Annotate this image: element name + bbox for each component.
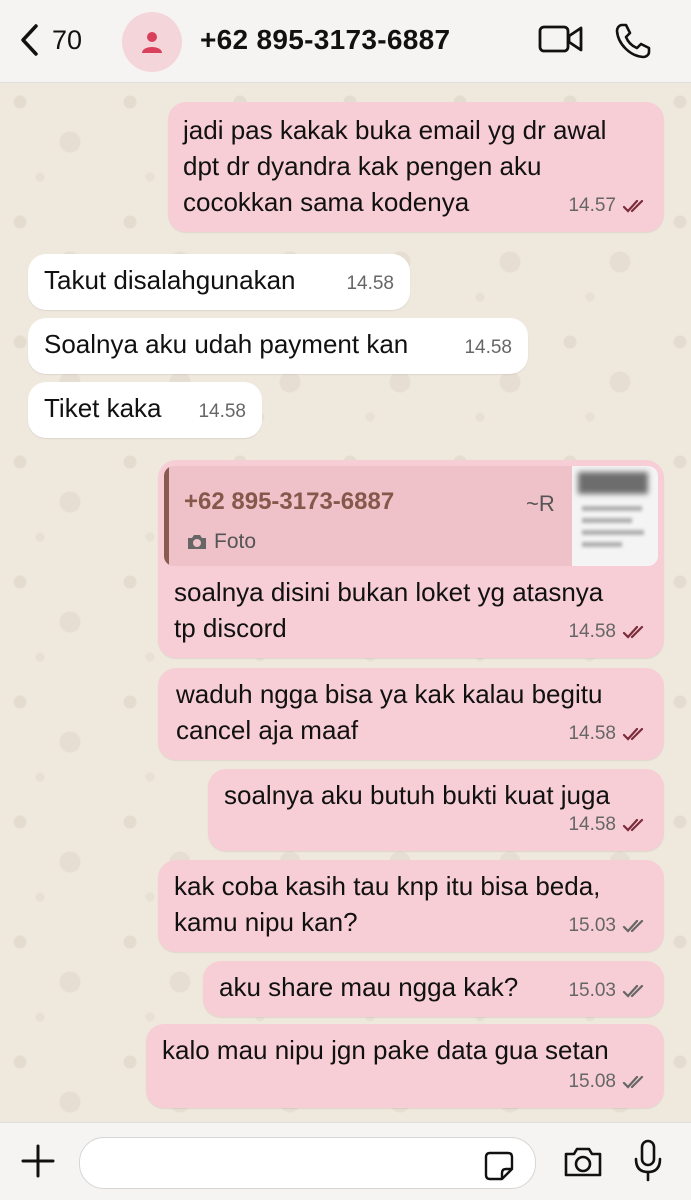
quote-thumbnail <box>572 466 658 566</box>
message-bubble[interactable]: Tiket kaka 14.58 <box>28 382 262 438</box>
message-meta: 14.58 <box>568 614 650 650</box>
voice-call-button[interactable] <box>614 22 652 65</box>
message-text: Soalnya aku udah payment kan <box>44 329 409 359</box>
read-receipt-icon <box>622 726 650 742</box>
unread-count: 70 <box>52 24 83 55</box>
person-icon <box>142 32 162 53</box>
chevron-left-icon <box>21 24 38 56</box>
camera-icon <box>564 1147 602 1177</box>
message-bubble[interactable]: Takut disalahgunakan 14.58 <box>28 254 410 310</box>
message-time: 15.03 <box>568 980 616 1001</box>
message-meta: 14.58 <box>346 266 394 302</box>
message-text: Tiket kaka <box>44 393 162 423</box>
message-bubble[interactable]: soalnya aku butuh bukti kuat juga 14.58 <box>208 769 664 851</box>
back-button[interactable]: 70 <box>18 20 82 60</box>
message-text: aku share mau ngga kak? <box>219 972 519 1002</box>
delivered-receipt-icon <box>622 1074 650 1090</box>
message-meta: 14.58 <box>568 807 650 843</box>
message-bubble[interactable]: Soalnya aku udah payment kan 14.58 <box>28 318 528 374</box>
message-text: soalnya aku butuh bukti kuat juga <box>224 780 610 810</box>
message-meta: 14.57 <box>568 188 650 224</box>
message-time: 14.58 <box>568 723 616 744</box>
sticker-icon <box>484 1151 514 1181</box>
quoted-message[interactable]: +62 895-3173-6887 ~R Foto <box>164 466 658 566</box>
attach-button[interactable] <box>20 1143 56 1184</box>
delivered-receipt-icon <box>622 983 650 999</box>
video-call-button[interactable] <box>538 22 584 61</box>
message-text: kalo mau nipu jgn pake data gua setan <box>162 1035 609 1065</box>
message-text: jadi pas kakak buka email yg dr awal dpt… <box>183 115 607 217</box>
read-receipt-icon <box>622 624 650 640</box>
avatar[interactable] <box>122 12 182 72</box>
message-bubble[interactable]: kalo mau nipu jgn pake data gua setan 15… <box>146 1024 664 1108</box>
message-text: Takut disalahgunakan <box>44 265 296 295</box>
message-time: 14.58 <box>568 621 616 642</box>
message-time: 14.57 <box>568 195 616 216</box>
microphone-icon <box>634 1139 662 1182</box>
message-meta: 15.03 <box>568 973 650 1009</box>
camera-icon <box>188 535 206 549</box>
read-receipt-icon <box>622 817 650 833</box>
camera-button[interactable] <box>563 1145 603 1184</box>
message-meta: 14.58 <box>198 394 246 430</box>
video-camera-icon <box>538 25 583 53</box>
message-bubble[interactable]: +62 895-3173-6887 ~R Foto soalnya disini… <box>158 460 664 658</box>
message-time: 15.08 <box>568 1071 616 1092</box>
message-text: soalnya disini bukan loket yg atasnya tp… <box>174 577 604 643</box>
message-time: 14.58 <box>568 814 616 835</box>
message-meta: 14.58 <box>464 330 512 366</box>
message-time: 14.58 <box>198 401 246 422</box>
phone-icon <box>615 23 651 59</box>
message-text: kak coba kasih tau knp itu bisa beda, ka… <box>174 871 601 937</box>
message-time: 14.58 <box>346 273 394 294</box>
message-bubble[interactable]: kak coba kasih tau knp itu bisa beda, ka… <box>158 860 664 952</box>
message-input[interactable] <box>79 1137 536 1189</box>
quote-sender: +62 895-3173-6887 <box>184 488 395 515</box>
quote-sender-tag: ~R <box>526 491 555 516</box>
delivered-receipt-icon <box>622 918 650 934</box>
quote-type: Foto <box>186 524 256 560</box>
message-meta: 15.08 <box>568 1064 650 1100</box>
composer-bar <box>0 1122 691 1200</box>
quote-bar <box>164 466 169 566</box>
message-text: waduh ngga bisa ya kak kalau begitu canc… <box>176 679 603 745</box>
quote-type-label: Foto <box>214 530 257 553</box>
message-time: 15.03 <box>568 915 616 936</box>
chat-header: 70 +62 895-3173-6887 <box>0 0 691 83</box>
message-bubble[interactable]: aku share mau ngga kak? 15.03 <box>203 961 664 1017</box>
sticker-button[interactable] <box>484 1151 514 1186</box>
voice-message-button[interactable] <box>633 1139 663 1188</box>
plus-icon <box>21 1144 55 1178</box>
message-bubble[interactable]: jadi pas kakak buka email yg dr awal dpt… <box>168 102 664 232</box>
message-meta: 15.03 <box>568 908 650 944</box>
contact-name[interactable]: +62 895-3173-6887 <box>200 24 450 56</box>
message-meta: 14.58 <box>568 716 650 752</box>
read-receipt-icon <box>622 198 650 214</box>
message-time: 14.58 <box>464 337 512 358</box>
message-bubble[interactable]: waduh ngga bisa ya kak kalau begitu canc… <box>158 668 664 760</box>
